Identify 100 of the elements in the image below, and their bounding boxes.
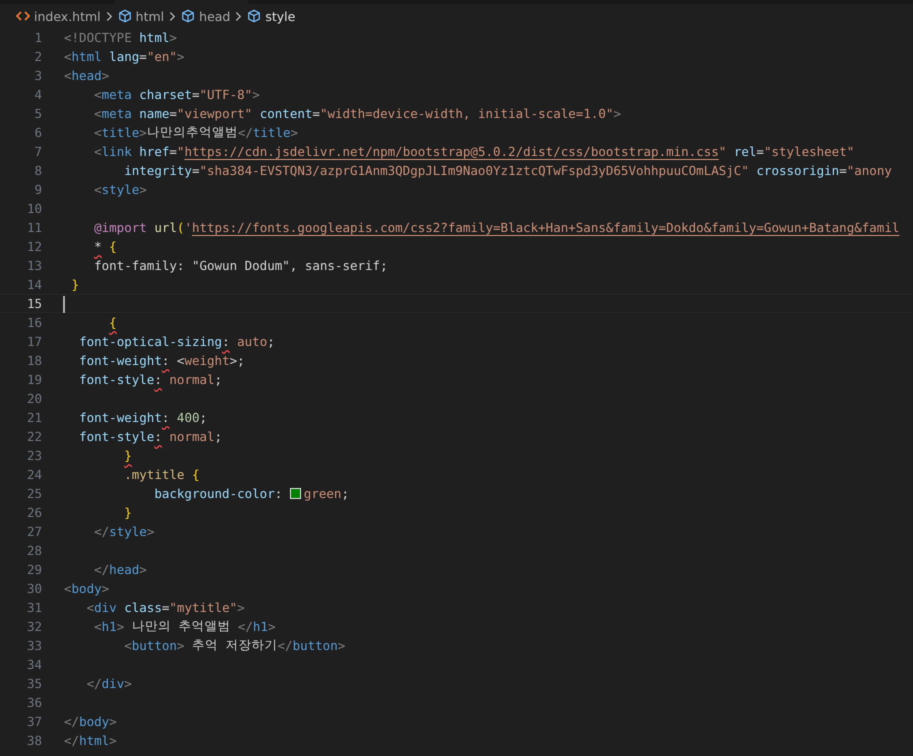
code-token: { bbox=[109, 315, 117, 330]
code-token: rel bbox=[734, 144, 756, 159]
code-token: : bbox=[162, 410, 170, 425]
color-swatch[interactable] bbox=[290, 488, 301, 499]
code-token: content bbox=[260, 106, 312, 121]
code-token: > bbox=[613, 106, 621, 121]
code-token: : bbox=[154, 429, 162, 444]
code-token: html bbox=[139, 30, 170, 45]
code-token: meta bbox=[102, 87, 132, 102]
text-cursor bbox=[63, 296, 65, 312]
code-token: 추억 저장하기 bbox=[192, 637, 278, 654]
code-token: link bbox=[102, 144, 132, 159]
code-token: > bbox=[290, 125, 298, 140]
code-token: < bbox=[176, 353, 184, 368]
code-token: charset bbox=[139, 87, 192, 102]
code-token: = bbox=[192, 87, 200, 102]
code-token: "sha384-EVSTQN3/azprG1Anm3QDgpJLIm9Nao0Yz1ztcQTwFspd3yD65VohhpuuCOmLASjC" bbox=[199, 163, 749, 178]
chevron-icon bbox=[235, 10, 242, 22]
line-number: 9 bbox=[33, 182, 42, 197]
code-token: > bbox=[109, 714, 117, 729]
code-token: title bbox=[102, 125, 140, 140]
code-token: > bbox=[252, 87, 260, 102]
code-token: { bbox=[109, 239, 117, 254]
code-token: div bbox=[94, 600, 117, 615]
code-token: style bbox=[109, 524, 147, 539]
code-token: > bbox=[237, 600, 245, 615]
line-number: 27 bbox=[26, 524, 42, 539]
code-token: ( bbox=[176, 220, 184, 235]
code-token: = bbox=[162, 600, 170, 615]
line-number: 36 bbox=[26, 695, 42, 710]
code-token: ; bbox=[214, 372, 222, 387]
code-token: h1 bbox=[252, 619, 268, 634]
code-token: font-style bbox=[79, 429, 154, 444]
line-number: 3 bbox=[33, 68, 42, 83]
line-number: 34 bbox=[26, 657, 42, 672]
code-token: > bbox=[146, 524, 154, 539]
code-token: < bbox=[124, 638, 132, 653]
chevron-icon bbox=[106, 10, 113, 22]
code-token: = bbox=[756, 144, 764, 159]
line-number: 30 bbox=[26, 581, 42, 596]
cube-icon bbox=[181, 9, 196, 23]
code-token: href bbox=[139, 144, 170, 159]
breadcrumb-item[interactable]: head bbox=[181, 8, 230, 24]
code-token: = bbox=[192, 163, 200, 178]
line-number: 5 bbox=[33, 106, 42, 121]
code-link[interactable]: https://cdn.jsdelivr.net/npm/bootstrap@5.0.2/dist/css/bootstrap.min.css bbox=[184, 144, 719, 159]
code-token: > bbox=[102, 68, 110, 83]
line-number: 12 bbox=[26, 239, 42, 254]
code-token: : bbox=[162, 353, 170, 368]
line-number: 25 bbox=[26, 486, 42, 501]
code-token: integrity bbox=[124, 163, 192, 178]
line-number: 17 bbox=[26, 334, 42, 349]
breadcrumb-item[interactable]: html bbox=[118, 8, 164, 24]
breadcrumb-item[interactable]: index.html bbox=[16, 8, 101, 24]
code-token: </ bbox=[94, 562, 110, 577]
line-number: 19 bbox=[26, 372, 42, 387]
code-token: html bbox=[72, 49, 102, 64]
code-token: > bbox=[268, 619, 276, 634]
code-token: head bbox=[72, 68, 102, 83]
code-link[interactable]: https://fonts.googleapis.com/css2?family=Black+Han+Sans&family=Dokdo&family=Gowun+Batang&famil bbox=[192, 220, 900, 235]
line-number: 29 bbox=[26, 562, 42, 577]
code-token: "en" bbox=[146, 49, 177, 64]
code-token: " bbox=[176, 144, 184, 159]
code-icon bbox=[16, 11, 30, 21]
code-token: </ bbox=[278, 638, 293, 653]
code-token: > bbox=[176, 638, 184, 653]
code-token: ' bbox=[184, 220, 192, 235]
code-token: { bbox=[192, 467, 200, 482]
line-number: 33 bbox=[26, 638, 42, 653]
code-token: "viewport" bbox=[176, 106, 252, 121]
code-token: html bbox=[79, 733, 110, 748]
line-number: 18 bbox=[26, 353, 42, 368]
code-token: body bbox=[79, 714, 110, 729]
code-token: > bbox=[139, 182, 147, 197]
code-token: : bbox=[274, 486, 284, 501]
code-token: @import bbox=[94, 220, 147, 235]
code-token: font-style bbox=[79, 372, 154, 387]
code-token: background-color bbox=[154, 486, 275, 501]
line-number: 15 bbox=[26, 296, 42, 311]
code-token: lang bbox=[109, 49, 140, 64]
code-token: >; bbox=[230, 353, 245, 368]
code-token: <!DOCTYPE bbox=[64, 30, 132, 45]
code-token: ; bbox=[267, 334, 275, 349]
code-token: > bbox=[169, 30, 177, 45]
code-token: crossorigin bbox=[756, 163, 840, 178]
line-number: 4 bbox=[33, 87, 42, 102]
code-token: > bbox=[102, 581, 110, 596]
breadcrumb-item[interactable]: style bbox=[247, 8, 296, 24]
code-token: } bbox=[72, 277, 80, 292]
code-token: > bbox=[124, 676, 132, 691]
code-token: < bbox=[94, 619, 102, 634]
line-number: 22 bbox=[26, 429, 42, 444]
code-token: > bbox=[109, 733, 117, 748]
line-number: 20 bbox=[26, 391, 42, 406]
line-number: 6 bbox=[33, 125, 42, 140]
code-token: </ bbox=[238, 125, 253, 140]
code-token: ; bbox=[341, 486, 349, 501]
code-token: </ bbox=[86, 676, 102, 691]
code-token: "stylesheet" bbox=[764, 144, 854, 159]
line-number: 38 bbox=[26, 733, 42, 748]
